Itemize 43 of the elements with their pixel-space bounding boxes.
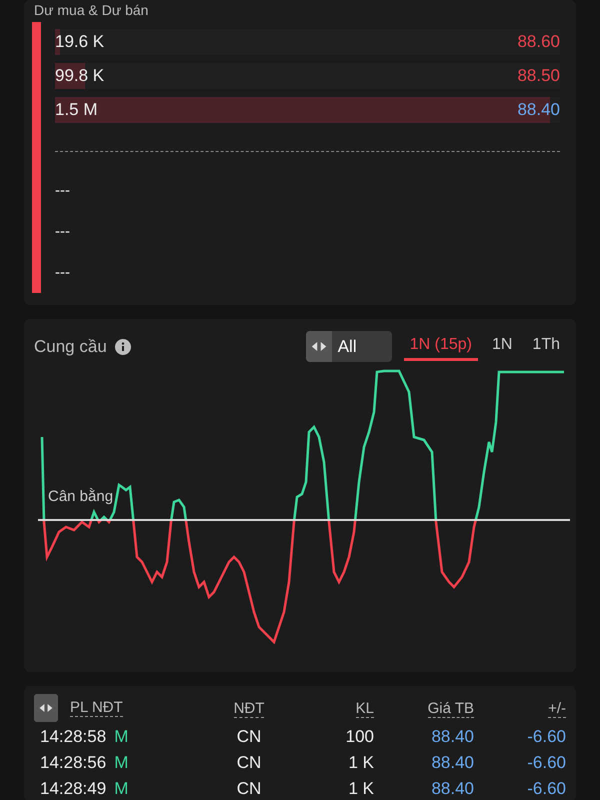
- card-title: Cung cầu: [34, 336, 107, 356]
- period-tab[interactable]: 1N (15p): [404, 332, 478, 361]
- investor-cell: CN: [236, 727, 262, 746]
- price-cell: 88.40: [431, 753, 474, 772]
- price-text: 88.60: [517, 32, 560, 52]
- price-cell: 88.40: [431, 779, 474, 798]
- side-cell: M: [114, 779, 128, 799]
- volume-text: 19.6 K: [55, 32, 104, 52]
- left-right-arrows-icon: [310, 341, 328, 352]
- investor-cell: CN: [236, 753, 262, 772]
- column-header[interactable]: NĐT: [234, 700, 264, 718]
- side-cell: M: [114, 727, 128, 747]
- empty-level-text: ---: [55, 264, 70, 281]
- volume-cell: 1 K: [348, 779, 374, 798]
- change-cell: -6.60: [527, 727, 566, 746]
- price-text: 88.40: [517, 100, 560, 120]
- info-icon[interactable]: [114, 338, 131, 354]
- column-header[interactable]: KL: [356, 700, 374, 718]
- price-text: 88.50: [517, 66, 560, 86]
- volume-text: 99.8 K: [55, 66, 104, 86]
- filter-dropdown[interactable]: All: [306, 331, 392, 362]
- volume-cell: 100: [346, 727, 374, 746]
- side-cell: M: [114, 753, 128, 773]
- expand-toggle-button[interactable]: [34, 694, 58, 722]
- change-cell: -6.60: [527, 779, 566, 798]
- volume-text: 1.5 M: [55, 100, 98, 120]
- period-tab[interactable]: 1N: [486, 332, 518, 361]
- period-tab[interactable]: 1Th: [526, 332, 566, 361]
- left-right-arrows-icon: [38, 703, 54, 713]
- time-cell: 14:28:58: [40, 727, 106, 747]
- column-header[interactable]: Giá TB: [428, 700, 474, 718]
- card-title: Dư mua & Dư bán: [34, 2, 150, 18]
- empty-level-text: ---: [55, 182, 70, 199]
- time-cell: 14:28:49: [40, 779, 106, 799]
- time-cell: 14:28:56: [40, 753, 106, 773]
- change-cell: -6.60: [527, 753, 566, 772]
- investor-cell: CN: [236, 779, 262, 798]
- column-header[interactable]: PL NĐT: [70, 699, 123, 717]
- balance-label: Cân bằng: [48, 488, 114, 505]
- column-header[interactable]: +/-: [548, 700, 566, 718]
- empty-level-text: ---: [55, 223, 70, 240]
- price-cell: 88.40: [431, 727, 474, 746]
- volume-cell: 1 K: [348, 753, 374, 772]
